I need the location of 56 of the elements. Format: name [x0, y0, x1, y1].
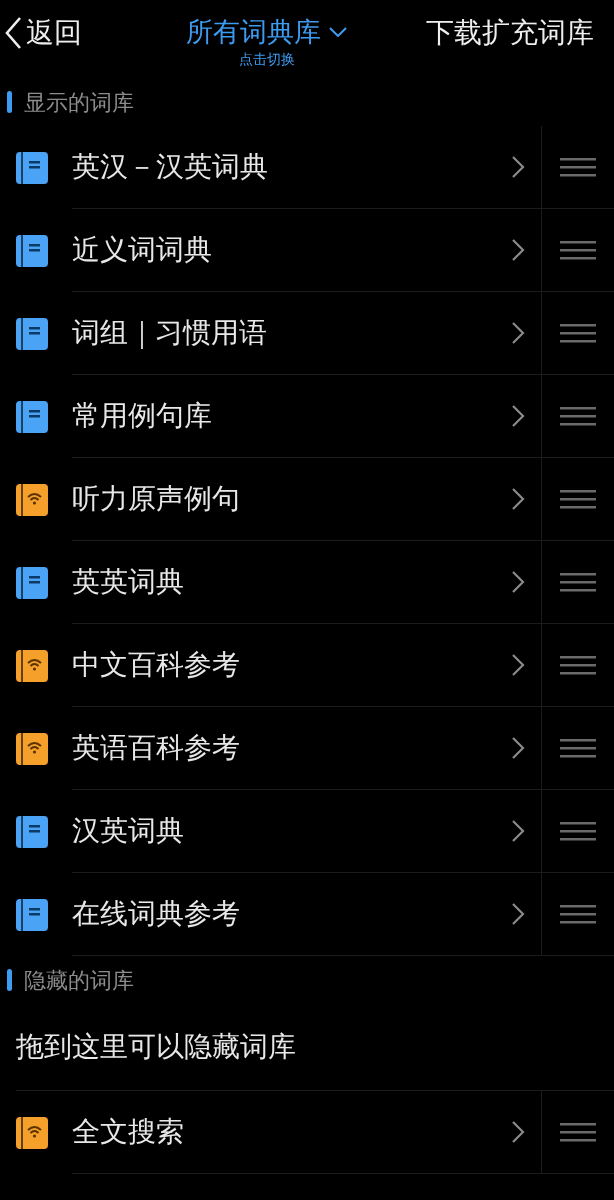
dictionary-item[interactable]: 常用例句库: [72, 375, 614, 458]
drag-handle-icon[interactable]: [560, 406, 596, 426]
dictionary-item[interactable]: 词组｜习惯用语: [72, 292, 614, 375]
section-title: 显示的词库: [24, 88, 134, 117]
drag-handle-icon[interactable]: [560, 1122, 596, 1142]
drag-handle-icon[interactable]: [560, 821, 596, 841]
library-title: 所有词典库: [186, 15, 321, 49]
library-switcher[interactable]: 所有词典库 点击切换: [186, 12, 347, 70]
drag-handle-icon[interactable]: [560, 489, 596, 509]
dictionary-item[interactable]: 英英词典: [72, 541, 614, 624]
book-icon: [16, 815, 48, 848]
drag-handle-icon[interactable]: [560, 323, 596, 343]
section-marker: [7, 91, 12, 113]
chevron-down-icon: [329, 27, 347, 38]
dictionary-item[interactable]: 近义词词典: [72, 209, 614, 292]
dictionary-item[interactable]: 英汉－汉英词典: [72, 126, 614, 209]
back-button[interactable]: 返回: [4, 12, 82, 54]
drag-handle-icon[interactable]: [560, 240, 596, 260]
wifi-book-icon: [16, 483, 48, 516]
switch-hint: 点击切换: [238, 49, 295, 69]
section-marker: [7, 969, 12, 991]
drag-handle-icon[interactable]: [560, 655, 596, 675]
chevron-right-icon: [511, 902, 525, 926]
wifi-book-icon: [16, 732, 48, 765]
drag-handle-icon[interactable]: [560, 157, 596, 177]
chevron-right-icon: [511, 404, 525, 428]
chevron-right-icon: [511, 155, 525, 179]
book-icon: [16, 566, 48, 599]
chevron-right-icon: [511, 819, 525, 843]
chevron-right-icon: [511, 321, 525, 345]
chevron-right-icon: [511, 487, 525, 511]
dictionary-item[interactable]: 汉英词典: [72, 790, 614, 873]
book-icon: [16, 317, 48, 350]
book-icon: [16, 898, 48, 931]
dictionary-item[interactable]: 全文搜索: [72, 1091, 614, 1174]
chevron-right-icon: [511, 238, 525, 262]
chevron-right-icon: [511, 653, 525, 677]
section-title: 隐藏的词库: [24, 966, 134, 995]
drag-handle-icon[interactable]: [560, 572, 596, 592]
dictionary-item[interactable]: 在线词典参考: [72, 873, 614, 956]
wifi-book-icon: [16, 649, 48, 682]
book-icon: [16, 234, 48, 267]
chevron-right-icon: [511, 736, 525, 760]
wifi-book-icon: [16, 1116, 48, 1149]
chevron-right-icon: [511, 1120, 525, 1144]
chevron-left-icon: [4, 16, 22, 50]
download-button[interactable]: 下载扩充词库: [426, 12, 610, 54]
hide-hint: 拖到这里可以隐藏词库: [16, 1029, 296, 1065]
chevron-right-icon: [511, 570, 525, 594]
book-icon: [16, 400, 48, 433]
book-icon: [16, 151, 48, 184]
dictionary-item[interactable]: 听力原声例句: [72, 458, 614, 541]
drag-handle-icon[interactable]: [560, 738, 596, 758]
dictionary-item[interactable]: 中文百科参考: [72, 624, 614, 707]
dictionary-item[interactable]: 英语百科参考: [72, 707, 614, 790]
drag-handle-icon[interactable]: [560, 904, 596, 924]
